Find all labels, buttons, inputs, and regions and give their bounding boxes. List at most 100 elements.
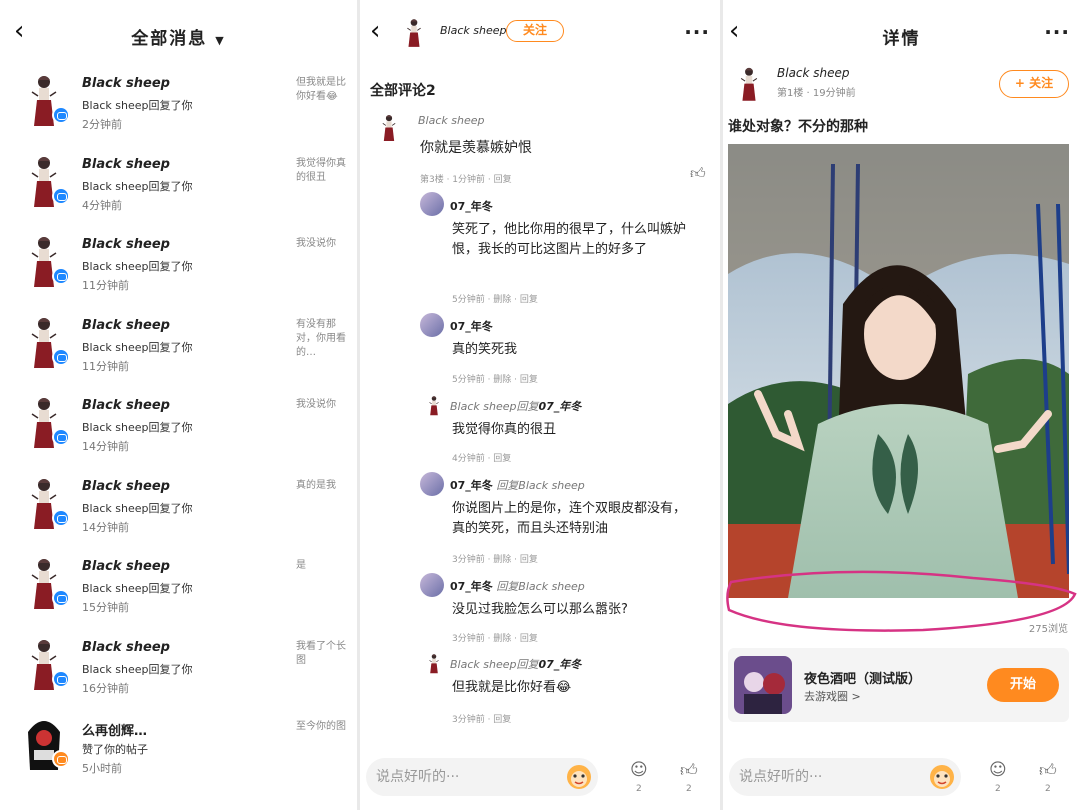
reply-author[interactable]: Black sheep回复07_年冬 bbox=[450, 398, 581, 414]
reply-avatar[interactable] bbox=[426, 394, 448, 424]
message-time: 14分钟前 bbox=[82, 520, 129, 534]
message-sender: Black sheep bbox=[82, 639, 170, 655]
comment-badge-icon bbox=[52, 347, 70, 366]
message-item[interactable]: Black sheep Black sheep回复了你 15分钟前 是 bbox=[0, 549, 357, 629]
post-photo[interactable] bbox=[728, 144, 1069, 598]
reply-text: 笑死了，他比你用的很早了，什么叫嫉妒恨，我长的可比这图片上的好多了 bbox=[452, 222, 687, 257]
reply-avatar[interactable] bbox=[420, 573, 444, 597]
comment-bar: ☺ 2 👍︎ 2 bbox=[360, 750, 720, 810]
reply-author[interactable]: 07_年冬 回复Black sheep bbox=[450, 477, 585, 493]
message-item[interactable]: 么再创辉… 赞了你的帖子 5小时前 至今你的图 bbox=[0, 710, 357, 790]
back-icon[interactable]: ‹ bbox=[370, 18, 380, 44]
message-action: Black sheep回复了你 bbox=[82, 340, 193, 354]
comment-text: 你就是羡慕嫉妒恨 bbox=[420, 140, 532, 156]
detail-title: 详情 bbox=[882, 29, 921, 49]
message-action: Black sheep回复了你 bbox=[82, 662, 193, 676]
message-preview: 真的是我 bbox=[296, 479, 336, 491]
message-preview: 是 bbox=[296, 560, 306, 571]
comment-input[interactable] bbox=[729, 758, 961, 796]
messages-panel: ‹ 全部消息 ▼ Black sheep Black sheep回复了你 2分钟前 但… bbox=[0, 0, 357, 810]
reply-avatar[interactable] bbox=[420, 192, 444, 216]
message-action: Black sheep回复了你 bbox=[82, 179, 193, 193]
message-action: Black sheep回复了你 bbox=[82, 260, 193, 273]
more-icon[interactable]: ··· bbox=[1044, 20, 1070, 44]
game-card[interactable]: 夜色酒吧（测试版） 去游戏圈 > 开始 bbox=[728, 648, 1069, 722]
comment-icon[interactable]: ☺ bbox=[989, 760, 1007, 780]
reply-meta: 3分钟前 · 删除 · 回复 bbox=[452, 555, 538, 565]
like-icon[interactable]: 👍︎ bbox=[1039, 760, 1057, 781]
author-avatar[interactable] bbox=[402, 16, 426, 48]
message-preview: 但我就是比你好看😂 bbox=[296, 77, 346, 102]
reply-text: 真的笑死我 bbox=[452, 342, 518, 357]
reply-avatar[interactable] bbox=[420, 313, 444, 337]
comment-badge-icon bbox=[52, 589, 70, 607]
reply-author[interactable]: 07_年冬 bbox=[450, 198, 493, 214]
message-preview: 有没有那对，你用看的… bbox=[296, 318, 346, 358]
game-icon bbox=[734, 656, 792, 714]
messages-header: ‹ 全部消息 ▼ bbox=[0, 0, 357, 64]
message-item[interactable]: Black sheep Black sheep回复了你 16分钟前 我看了个长图 bbox=[0, 630, 357, 710]
message-item[interactable]: Black sheep Black sheep回复了你 2分钟前 但我就是比你好看😂 bbox=[0, 66, 357, 146]
comment-author[interactable]: Black sheep bbox=[418, 114, 484, 127]
like-icon[interactable]: 👍︎ bbox=[690, 164, 706, 183]
reply-text: 没见过我脸怎么可以那么嚣张? bbox=[452, 602, 628, 617]
message-sender: Black sheep bbox=[82, 398, 170, 413]
message-sender: Black sheep bbox=[82, 156, 170, 172]
like-icon[interactable]: 👍︎ bbox=[680, 760, 698, 781]
message-time: 15分钟前 bbox=[82, 601, 129, 614]
message-item[interactable]: Black sheep Black sheep回复了你 11分钟前 我没说你 bbox=[0, 227, 357, 307]
message-sender: Black sheep bbox=[82, 76, 170, 91]
message-time: 5小时前 bbox=[82, 762, 122, 775]
follow-button[interactable]: 关注 bbox=[506, 20, 564, 42]
view-count: 275浏览 bbox=[1028, 624, 1068, 635]
message-preview: 我觉得你真的很丑 bbox=[296, 157, 346, 183]
like-count: 2 bbox=[686, 784, 692, 794]
game-circle-link[interactable]: 去游戏圈 > bbox=[804, 688, 861, 704]
emoji-face-icon[interactable] bbox=[565, 762, 593, 790]
reply-avatar[interactable] bbox=[426, 652, 448, 682]
reply-avatar[interactable] bbox=[420, 472, 444, 496]
comment-input[interactable] bbox=[366, 758, 598, 796]
messages-title-dropdown[interactable]: 全部消息 ▼ bbox=[0, 24, 357, 49]
message-item[interactable]: Black sheep Black sheep回复了你 11分钟前 有没有那对，你用看… bbox=[0, 308, 357, 388]
message-item[interactable]: Black sheep Black sheep回复了你 14分钟前 我没说你 bbox=[0, 388, 357, 468]
message-preview: 我看了个长图 bbox=[296, 640, 346, 666]
dropdown-icon: ▼ bbox=[215, 34, 226, 47]
comment-badge-icon bbox=[52, 508, 70, 527]
message-time: 4分钟前 bbox=[82, 198, 122, 212]
annotation-scribble bbox=[726, 570, 1077, 632]
comments-header: ‹ Black sheep 关注 ··· bbox=[360, 0, 720, 64]
post-author-avatar[interactable] bbox=[735, 64, 763, 102]
emoji-face-icon[interactable] bbox=[928, 762, 956, 790]
like-count: 2 bbox=[1045, 784, 1051, 794]
message-time: 11分钟前 bbox=[82, 279, 129, 292]
reply-meta: 5分钟前 · 删除 · 回复 bbox=[452, 295, 538, 305]
more-icon[interactable]: ··· bbox=[684, 20, 710, 44]
message-item[interactable]: Black sheep Black sheep回复了你 14分钟前 真的是我 bbox=[0, 469, 357, 549]
comment-icon[interactable]: ☺ bbox=[630, 760, 648, 780]
message-preview: 至今你的图 bbox=[296, 721, 346, 732]
author-name[interactable]: Black sheep bbox=[440, 24, 506, 37]
reply-meta: 3分钟前 · 回复 bbox=[452, 715, 512, 725]
message-item[interactable]: Black sheep Black sheep回复了你 4分钟前 我觉得你真的很丑 bbox=[0, 147, 357, 227]
post-meta: 第1楼 · 19分钟前 bbox=[777, 88, 856, 99]
follow-button[interactable]: + 关注 bbox=[999, 70, 1069, 98]
post-title: 谁处对象？不分的那种 bbox=[728, 119, 868, 135]
game-start-button[interactable]: 开始 bbox=[987, 668, 1059, 702]
comment-bar: ☺ 2 👍︎ 2 bbox=[723, 750, 1080, 810]
comment-badge-icon bbox=[52, 428, 70, 446]
comment-badge-icon bbox=[52, 669, 70, 688]
comment-avatar[interactable] bbox=[378, 112, 400, 142]
message-sender: 么再创辉… bbox=[82, 724, 148, 739]
message-preview: 我没说你 bbox=[296, 399, 336, 410]
post-author-name[interactable]: Black sheep bbox=[777, 66, 850, 80]
reply-author[interactable]: 07_年冬 bbox=[450, 318, 493, 334]
reply-author[interactable]: 07_年冬 回复Black sheep bbox=[450, 578, 585, 594]
message-action: Black sheep回复了你 bbox=[82, 99, 193, 112]
reply-meta: 5分钟前 · 删除 · 回复 bbox=[452, 375, 538, 385]
message-time: 14分钟前 bbox=[82, 440, 129, 453]
reply-author[interactable]: Black sheep回复07_年冬 bbox=[450, 656, 581, 672]
comment-count: 2 bbox=[995, 784, 1001, 794]
message-action: Black sheep回复了你 bbox=[82, 582, 193, 595]
comment-badge-icon bbox=[52, 186, 70, 205]
